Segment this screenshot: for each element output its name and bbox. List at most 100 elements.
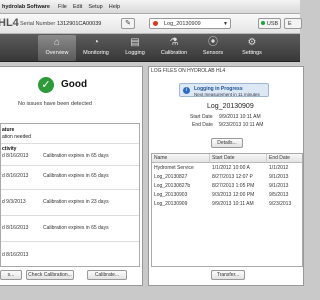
overview-status-panel: ✓ Good No issues have been detected atur… <box>0 66 143 286</box>
list-item[interactable]: ctivity d 8/16/2013 Calibration expires … <box>1 145 139 166</box>
log-file-name: Log_20130903 <box>154 192 188 198</box>
check-calibration-button[interactable]: Check Calibration... <box>26 270 74 280</box>
calibration-list[interactable]: ature ation needed ctivity d 8/16/2013 C… <box>0 123 140 267</box>
tab-logging-label: Logging <box>125 50 145 56</box>
table-row[interactable]: Log_20130827 8/27/2013 12:07 P 9/1/2013 <box>152 173 302 182</box>
column-header-start-date[interactable]: Start Date <box>210 154 267 163</box>
partial-header-button-label: E <box>288 21 292 27</box>
start-date-value: 9/9/2013 10:11 AM <box>219 114 261 120</box>
check-calibration-button-label: Check Calibration... <box>28 272 72 278</box>
tab-sensors[interactable]: ⦿ Sensors <box>194 35 232 61</box>
details-button-label: Details... <box>217 140 237 146</box>
partial-header-button[interactable]: E <box>284 18 302 29</box>
logging-status-box: i Logging in Progress Next measurement i… <box>179 83 269 97</box>
sensor-name: ctivity <box>2 146 17 152</box>
calibration-note: Calibration expires in 23 days <box>43 199 109 205</box>
calibration-date: d 8/16/2013 <box>2 225 29 231</box>
sensor-name: ature <box>2 127 15 133</box>
table-row[interactable]: Log_20130903 9/3/2013 12:00 PM 9/5/2013 <box>152 191 302 200</box>
list-item[interactable]: d 8/16/2013 Calibration expires in 65 da… <box>1 217 139 242</box>
tab-sensors-label: Sensors <box>202 50 224 56</box>
calibration-note: Calibration expires in 65 days <box>43 153 109 159</box>
flask-icon: ⚗ <box>169 37 179 48</box>
end-date-label: End Date <box>192 122 213 128</box>
tab-overview[interactable]: ⌂ Overview <box>38 35 76 61</box>
log-file-name: Log_20130827 <box>154 174 188 180</box>
table-row[interactable]: Hydromet Service 1/1/2012 10:00 A 1/1/20… <box>152 164 302 173</box>
calibration-note: Calibration expires in 65 days <box>43 173 109 179</box>
calibrate-button[interactable]: Calibrate... <box>87 270 127 280</box>
partial-left-button-label: s... <box>7 272 15 278</box>
main-navigation: ⌂ Overview ◔ Monitoring ▤ Logging ⚗ Cali… <box>0 34 300 62</box>
serial-number-label: Serial Number <box>20 21 56 27</box>
tab-logging[interactable]: ▤ Logging <box>116 35 154 61</box>
device-model: HL4 <box>0 17 19 29</box>
table-row[interactable]: Log_20130827b 8/27/2013 1:05 PM 9/1/2013 <box>152 182 302 191</box>
calibration-date: d 8/16/2013 <box>2 173 29 179</box>
column-header-label: End Date <box>269 155 290 161</box>
app-title: hydrolab Software <box>2 3 50 10</box>
edit-device-button[interactable]: ✎ <box>121 18 135 29</box>
log-selector-value: Log_20130909 <box>164 21 201 27</box>
transfer-button-label: Transfer... <box>216 272 240 278</box>
log-file-start: 9/9/2013 10:11 AM <box>212 201 254 207</box>
column-header-label: Start Date <box>212 155 235 161</box>
checkmark-icon: ✓ <box>38 77 54 93</box>
list-item[interactable]: d 8/16/2013 Calibration expires in 65 da… <box>1 167 139 190</box>
tab-calibration-label: Calibration <box>160 50 188 56</box>
partial-left-button[interactable]: s... <box>0 270 22 280</box>
info-icon: i <box>183 87 190 94</box>
log-file-end: 9/1/2013 <box>269 174 289 180</box>
list-item[interactable]: ature ation needed <box>1 124 139 144</box>
recording-icon <box>153 20 158 26</box>
column-header-label: Name <box>154 155 168 161</box>
log-file-name: Hydromet Service <box>154 165 194 171</box>
table-row[interactable]: Log_20130909 9/9/2013 10:11 AM 9/23/2013 <box>152 200 302 209</box>
current-log-name: Log_20130909 <box>207 103 254 110</box>
calibration-note: ation needed <box>2 134 31 140</box>
log-selector-dropdown[interactable]: Log_20130909 ▼ <box>149 18 231 29</box>
pencil-icon: ✎ <box>125 20 131 27</box>
menu-file[interactable]: File <box>58 4 67 10</box>
connected-status-icon <box>260 21 265 25</box>
column-header-name[interactable]: Name <box>152 154 210 163</box>
logbook-icon: ▤ <box>130 37 140 48</box>
menu-bar: File Edit Setup Help <box>58 4 126 10</box>
list-item[interactable]: d 9/3/2013 Calibration expires in 23 day… <box>1 191 139 216</box>
house-icon: ⌂ <box>53 37 61 48</box>
end-date-value: 9/23/2013 10:11 AM <box>219 122 264 128</box>
list-item[interactable]: d 8/16/2013 <box>1 243 139 266</box>
gauge-icon: ◔ <box>92 37 100 48</box>
usb-connection-button[interactable]: USB <box>258 18 281 29</box>
log-file-end: 9/1/2013 <box>269 183 289 189</box>
log-files-table[interactable]: Name Start Date End Date Hydromet Servic… <box>151 153 303 267</box>
log-file-start: 8/27/2013 1:05 PM <box>212 183 255 189</box>
status-summary: ✓ Good No issues have been detected <box>0 67 142 117</box>
gear-icon: ⚙ <box>247 37 257 48</box>
chevron-down-icon: ▼ <box>223 21 228 27</box>
log-files-header: LOG FILES ON HYDROLAB HL4 <box>151 68 226 74</box>
log-file-end: 1/1/2012 <box>269 165 289 171</box>
column-header-end-date[interactable]: End Date <box>267 154 302 163</box>
details-button[interactable]: Details... <box>211 138 243 148</box>
calibration-date: d 9/3/2013 <box>2 199 26 205</box>
usb-label: USB <box>266 21 279 27</box>
tab-monitoring-label: Monitoring <box>83 50 109 56</box>
transfer-button[interactable]: Transfer... <box>211 270 245 280</box>
calibration-date: d 8/16/2013 <box>2 153 29 159</box>
calibration-note: Calibration expires in 65 days <box>43 225 109 231</box>
serial-number-value: 1312901CA00039 <box>57 21 102 27</box>
menu-edit[interactable]: Edit <box>73 4 82 10</box>
tab-settings[interactable]: ⚙ Settings <box>233 35 271 61</box>
status-message: No issues have been detected <box>18 101 92 107</box>
log-file-end: 9/23/2013 <box>269 201 292 207</box>
menu-setup[interactable]: Setup <box>88 4 102 10</box>
log-file-name: Log_20130909 <box>154 201 188 207</box>
menu-help[interactable]: Help <box>109 4 120 10</box>
title-bar: hydrolab Software File Edit Setup Help <box>0 0 300 14</box>
log-file-start: 8/27/2013 12:07 P <box>212 174 253 180</box>
tab-calibration[interactable]: ⚗ Calibration <box>155 35 193 61</box>
device-header: HL4 Serial Number 1312901CA00039 ✎ Log_2… <box>0 14 302 34</box>
log-file-end: 9/5/2013 <box>269 192 289 198</box>
tab-monitoring[interactable]: ◔ Monitoring <box>77 35 115 61</box>
